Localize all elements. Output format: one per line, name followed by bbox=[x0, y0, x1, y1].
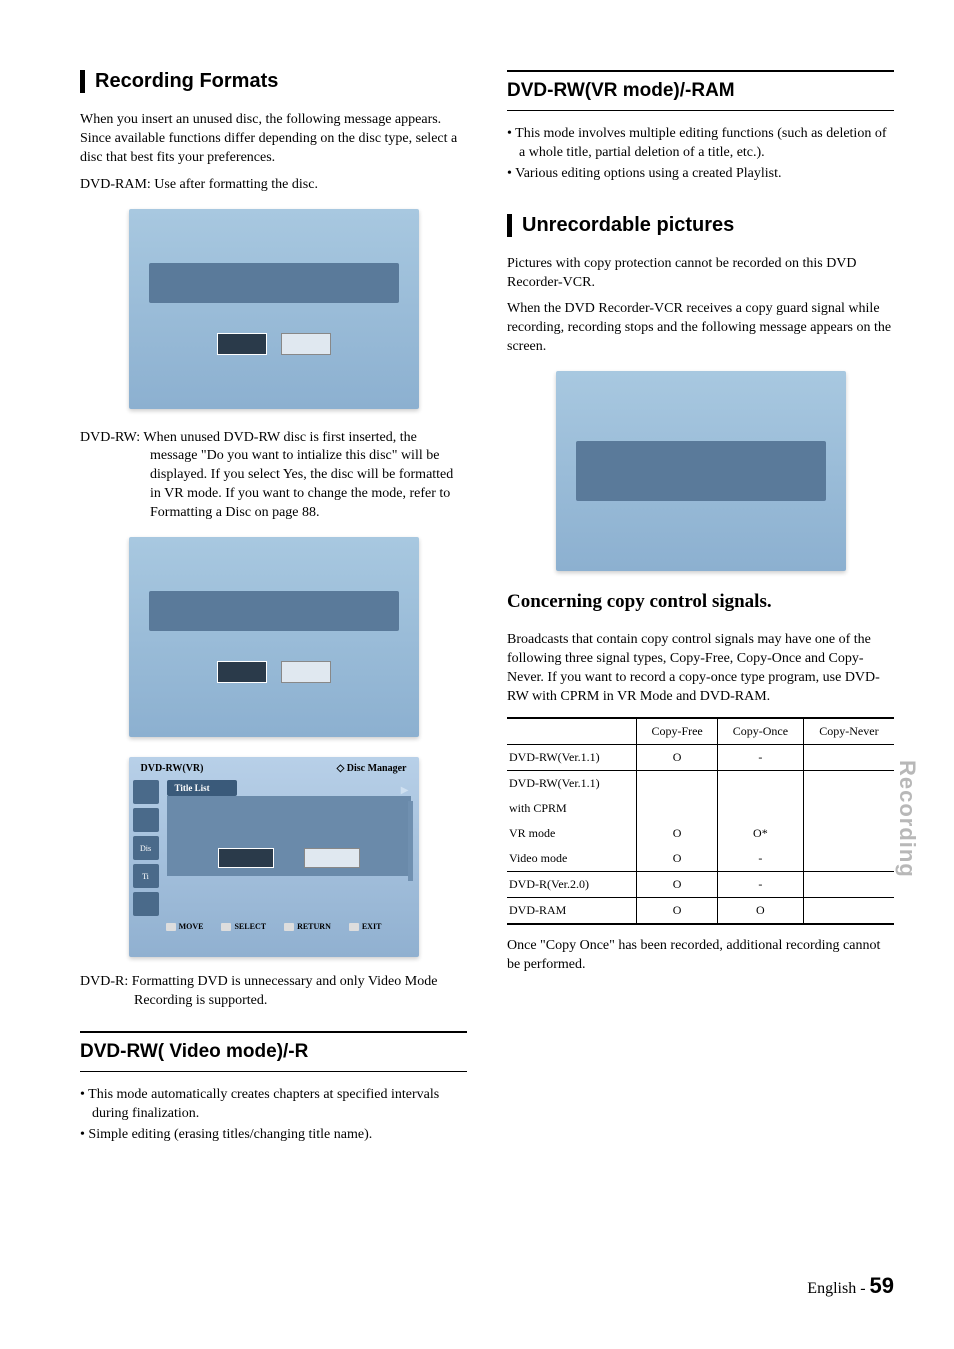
td: - bbox=[717, 871, 803, 897]
page-footer: English - 59 bbox=[807, 1273, 894, 1299]
th-copy-free: Copy-Free bbox=[637, 718, 718, 745]
dm-side-icon: Dis bbox=[133, 836, 159, 860]
td: DVD-RAM bbox=[507, 897, 637, 924]
video-mode-bullets: This mode automatically creates chapters… bbox=[80, 1086, 467, 1145]
screenshot-disc-manager: DVD-RW(VR) ◇ Disc Manager Dis Ti Title L… bbox=[129, 757, 419, 957]
td bbox=[803, 796, 894, 821]
dialog-bar bbox=[576, 441, 826, 501]
dm-footer-exit: EXIT bbox=[349, 922, 382, 931]
td bbox=[803, 897, 894, 924]
dm-side-icon bbox=[133, 892, 159, 916]
copy-once-note: Once "Copy Once" has been recorded, addi… bbox=[507, 937, 894, 975]
th-copy-once: Copy-Once bbox=[717, 718, 803, 745]
dialog-button-light bbox=[281, 661, 331, 683]
dvd-rw-note: DVD-RW: When unused DVD-RW disc is first… bbox=[80, 429, 467, 523]
dm-side-icon bbox=[133, 808, 159, 832]
td: VR mode bbox=[507, 821, 637, 846]
dialog-button-light bbox=[281, 333, 331, 355]
unrecordable-p1: Pictures with copy protection cannot be … bbox=[507, 255, 894, 293]
td: O* bbox=[717, 821, 803, 846]
dialog-button-dark bbox=[217, 661, 267, 683]
dm-title-list: Title List bbox=[167, 780, 237, 796]
subsection-vr-mode: DVD-RW(VR mode)/-RAM bbox=[507, 70, 894, 111]
td: O bbox=[637, 846, 718, 872]
dm-button-dark bbox=[218, 848, 274, 868]
screenshot-copy-guard bbox=[556, 371, 846, 571]
dm-scrollbar bbox=[408, 801, 413, 881]
bullet-item: Various editing options using a created … bbox=[507, 165, 894, 184]
footer-lang: English - bbox=[807, 1280, 865, 1297]
td: - bbox=[717, 846, 803, 872]
dvd-ram-note: DVD-RAM: Use after formatting the disc. bbox=[80, 176, 467, 195]
vr-mode-bullets: This mode involves multiple editing func… bbox=[507, 125, 894, 184]
td bbox=[803, 744, 894, 770]
dm-mode: DVD-RW(VR) bbox=[141, 763, 204, 774]
bullet-item: Simple editing (erasing titles/changing … bbox=[80, 1126, 467, 1145]
dm-button-light bbox=[304, 848, 360, 868]
th-copy-never: Copy-Never bbox=[803, 718, 894, 745]
td: O bbox=[717, 897, 803, 924]
section-unrecordable: Unrecordable pictures bbox=[507, 214, 894, 237]
bullet-item: This mode involves multiple editing func… bbox=[507, 125, 894, 163]
section-recording-formats: Recording Formats bbox=[80, 70, 467, 93]
td bbox=[803, 846, 894, 872]
td: Video mode bbox=[507, 846, 637, 872]
dialog-button-dark bbox=[217, 333, 267, 355]
footer-page-number: 59 bbox=[870, 1273, 894, 1298]
td: with CPRM bbox=[507, 796, 637, 821]
intro-text: When you insert an unused disc, the foll… bbox=[80, 111, 467, 168]
td: DVD-RW(Ver.1.1) bbox=[507, 744, 637, 770]
td bbox=[717, 770, 803, 796]
heading-copy-control: Concerning copy control signals. bbox=[507, 591, 894, 613]
td bbox=[803, 770, 894, 796]
td: O bbox=[637, 744, 718, 770]
dm-side-icon bbox=[133, 780, 159, 804]
dvd-r-note: DVD-R: Formatting DVD is unnecessary and… bbox=[80, 973, 467, 1011]
dm-footer-move: MOVE bbox=[166, 922, 204, 931]
td bbox=[637, 770, 718, 796]
td: - bbox=[717, 744, 803, 770]
td: O bbox=[637, 871, 718, 897]
dm-footer-return: RETURN bbox=[284, 922, 331, 931]
screenshot-ram-format bbox=[129, 209, 419, 409]
td bbox=[637, 796, 718, 821]
th-blank bbox=[507, 718, 637, 745]
play-arrow-icon: ▶ bbox=[401, 785, 409, 796]
td bbox=[803, 871, 894, 897]
screenshot-rw-init bbox=[129, 537, 419, 737]
dm-side-icon: Ti bbox=[133, 864, 159, 888]
bullet-item: This mode automatically creates chapters… bbox=[80, 1086, 467, 1124]
td: DVD-R(Ver.2.0) bbox=[507, 871, 637, 897]
td bbox=[717, 796, 803, 821]
td: O bbox=[637, 821, 718, 846]
td: O bbox=[637, 897, 718, 924]
dialog-bar bbox=[149, 591, 399, 631]
subsection-video-mode: DVD-RW( Video mode)/-R bbox=[80, 1031, 467, 1072]
td: DVD-RW(Ver.1.1) bbox=[507, 770, 637, 796]
copy-signal-table: Copy-Free Copy-Once Copy-Never DVD-RW(Ve… bbox=[507, 717, 894, 925]
dialog-bar bbox=[149, 263, 399, 303]
side-tab-recording: Recording bbox=[894, 760, 920, 878]
dm-label: ◇ Disc Manager bbox=[337, 763, 407, 774]
td bbox=[803, 821, 894, 846]
dm-footer-select: SELECT bbox=[221, 922, 266, 931]
unrecordable-p2: When the DVD Recorder-VCR receives a cop… bbox=[507, 300, 894, 357]
copy-control-text: Broadcasts that contain copy control sig… bbox=[507, 631, 894, 707]
